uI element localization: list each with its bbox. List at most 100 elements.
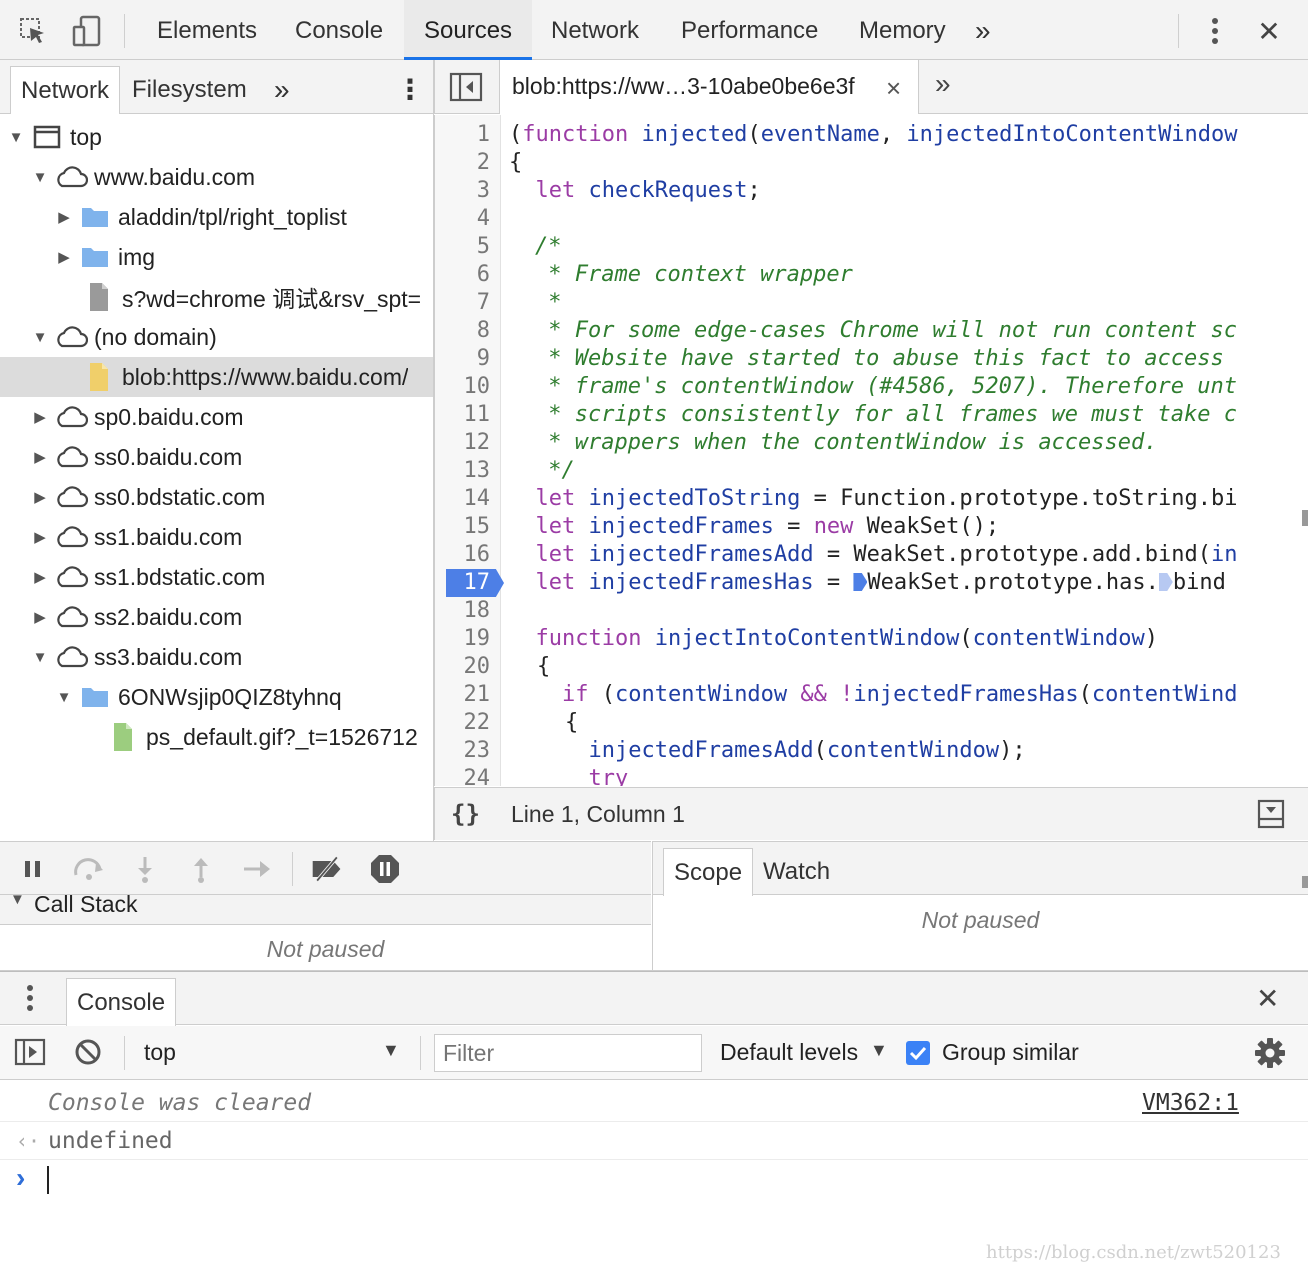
code-line-11[interactable]: * scripts consistently for all frames we…	[535, 401, 1237, 429]
tree-item-domain[interactable]: ▼ www.baidu.com	[0, 157, 433, 197]
code-line-10[interactable]: * frame's contentWindow (#4586, 5207). T…	[535, 373, 1237, 401]
line-number[interactable]: 2	[435, 149, 490, 177]
code-line-12[interactable]: * wrappers when the contentWindow is acc…	[535, 429, 1157, 457]
tree-item-domain[interactable]: ▶ ss0.bdstatic.com	[0, 477, 433, 517]
code-line-3[interactable]: let checkRequest;	[509, 177, 761, 205]
tab-watch[interactable]: Watch	[753, 848, 840, 896]
line-number[interactable]: 22	[435, 709, 491, 737]
step-over-icon[interactable]	[72, 852, 106, 886]
pause-icon[interactable]	[16, 852, 50, 886]
collapsed-arrow-icon[interactable]: ▶	[30, 568, 50, 586]
tab-network-navigator[interactable]: Network	[10, 66, 121, 114]
tab-elements[interactable]: Elements	[137, 0, 277, 60]
close-tab-icon[interactable]: ×	[886, 73, 901, 104]
deactivate-breakpoints-icon[interactable]	[310, 852, 344, 886]
tree-item-file[interactable]: ps_default.gif?_t=1526712	[0, 717, 433, 757]
code-line-20[interactable]: {	[537, 653, 550, 681]
expanded-arrow-icon[interactable]: ▼	[6, 129, 26, 146]
console-sidebar-toggle-icon[interactable]	[14, 1038, 48, 1068]
tab-network[interactable]: Network	[531, 0, 659, 60]
step-out-icon[interactable]	[184, 852, 218, 886]
collapsed-arrow-icon[interactable]: ▶	[30, 408, 50, 426]
expanded-arrow-icon[interactable]: ▼	[30, 649, 50, 666]
line-number[interactable]: 9	[435, 345, 490, 373]
collapsed-arrow-icon[interactable]: ▶	[30, 488, 50, 506]
code-line-16[interactable]: let injectedFramesAdd = WeakSet.prototyp…	[509, 541, 1238, 569]
more-editor-tabs-icon[interactable]: »	[935, 68, 951, 100]
code-line-14[interactable]: let injectedToString = Function.prototyp…	[509, 485, 1238, 513]
tree-item-file[interactable]: s?wd=chrome 调试&rsv_spt=	[0, 277, 433, 317]
tree-item-domain[interactable]: ▶ ss1.bdstatic.com	[0, 557, 433, 597]
close-drawer-icon[interactable]: ✕	[1256, 982, 1279, 1015]
code-line-8[interactable]: * For some edge-cases Chrome will not ru…	[535, 317, 1237, 345]
code-line-13[interactable]: */	[535, 457, 575, 485]
code-line-17[interactable]: let injectedFramesHas = WeakSet.prototyp…	[509, 569, 1226, 597]
scrollbar-thumb[interactable]	[1302, 876, 1308, 888]
tree-item-domain[interactable]: ▼ ss3.baidu.com	[0, 637, 433, 677]
line-number[interactable]: 13	[435, 457, 491, 485]
tree-item-folder[interactable]: ▶ img	[0, 237, 433, 277]
more-tabs-icon[interactable]: »	[965, 0, 1001, 60]
scrollbar-thumb[interactable]	[1302, 510, 1308, 526]
line-number[interactable]: 10	[435, 373, 491, 401]
tab-sources[interactable]: Sources	[404, 0, 532, 60]
tab-memory[interactable]: Memory	[839, 0, 966, 60]
code-line-6[interactable]: * Frame context wrapper	[535, 261, 853, 289]
code-line-21[interactable]: if (contentWindow && !injectedFramesHas(…	[509, 681, 1238, 709]
tab-performance[interactable]: Performance	[661, 0, 838, 60]
line-number[interactable]: 23	[435, 737, 491, 765]
collapsed-arrow-icon[interactable]: ▶	[30, 528, 50, 546]
code-line-2[interactable]: {	[509, 149, 522, 177]
line-number[interactable]: 16	[435, 541, 491, 569]
line-number[interactable]: 14	[435, 485, 491, 513]
tree-item-folder[interactable]: ▼ 6ONWsjip0QIZ8tyhnq	[0, 677, 433, 717]
code-line-7[interactable]: *	[535, 289, 561, 317]
tree-item-domain[interactable]: ▶ sp0.baidu.com	[0, 397, 433, 437]
context-selector[interactable]: top ▼	[136, 1026, 408, 1080]
code-line-15[interactable]: let injectedFrames = new WeakSet();	[509, 513, 1000, 541]
group-similar-checkbox[interactable]	[906, 1041, 930, 1065]
tree-item-domain[interactable]: ▼ (no domain)	[0, 317, 433, 357]
tree-item-domain[interactable]: ▶ ss1.baidu.com	[0, 517, 433, 557]
line-number[interactable]: 5	[435, 233, 490, 261]
line-number[interactable]: 11	[435, 401, 491, 429]
breakpoint-marker[interactable]: 17	[446, 569, 504, 597]
drawer-menu-icon[interactable]	[26, 984, 40, 1014]
code-line-9[interactable]: * Website have started to abuse this fac…	[535, 345, 1224, 373]
collapsed-arrow-icon[interactable]: ▶	[30, 448, 50, 466]
tree-item-top[interactable]: ▼ top	[0, 117, 433, 157]
inspect-element-icon[interactable]	[16, 14, 50, 48]
code-line-23[interactable]: injectedFramesAdd(contentWindow);	[509, 737, 1025, 765]
expanded-arrow-icon[interactable]: ▼	[30, 169, 50, 186]
filter-input[interactable]	[434, 1034, 702, 1072]
code-editor[interactable]: 1 2 3 4 5 6 7 8 9 10 11 12 13 14 15 16 1…	[434, 115, 1308, 786]
expanded-arrow-icon[interactable]: ▼	[54, 689, 74, 706]
pause-on-exceptions-icon[interactable]	[368, 852, 402, 886]
line-number[interactable]: 12	[435, 429, 491, 457]
inline-breakpoint-icon[interactable]	[853, 573, 868, 591]
inline-breakpoint-icon[interactable]	[1158, 573, 1173, 591]
tab-console-drawer[interactable]: Console	[66, 978, 177, 1026]
close-devtools-icon[interactable]: ✕	[1252, 14, 1286, 48]
toggle-navigator-icon[interactable]	[449, 72, 485, 104]
code-line-24[interactable]: try	[509, 765, 628, 786]
line-number[interactable]: 15	[435, 513, 491, 541]
more-navigator-tabs-icon[interactable]: »	[264, 66, 300, 114]
pretty-print-button[interactable]: {}	[451, 800, 480, 828]
collapsed-arrow-icon[interactable]: ▶	[30, 608, 50, 626]
tree-item-file-selected[interactable]: blob:https://www.baidu.com/	[0, 357, 433, 397]
clear-console-icon[interactable]	[74, 1038, 104, 1068]
line-number[interactable]: 6	[435, 261, 490, 289]
code-line-19[interactable]: function injectIntoContentWindow(content…	[509, 625, 1159, 653]
console-source-link[interactable]: VM362:1	[1142, 1084, 1239, 1122]
console-prompt[interactable]: ›	[0, 1162, 1308, 1202]
step-icon[interactable]	[240, 852, 274, 886]
tab-scope[interactable]: Scope	[663, 848, 754, 896]
line-number[interactable]: 24	[435, 765, 491, 786]
line-number[interactable]: 8	[435, 317, 490, 345]
call-stack-header[interactable]: ▼ Call Stack	[0, 891, 651, 925]
navigator-menu-icon[interactable]: ⋮	[386, 66, 434, 114]
tab-console[interactable]: Console	[275, 0, 403, 60]
collapsed-arrow-icon[interactable]: ▶	[54, 248, 74, 266]
line-number[interactable]: 19	[435, 625, 491, 653]
